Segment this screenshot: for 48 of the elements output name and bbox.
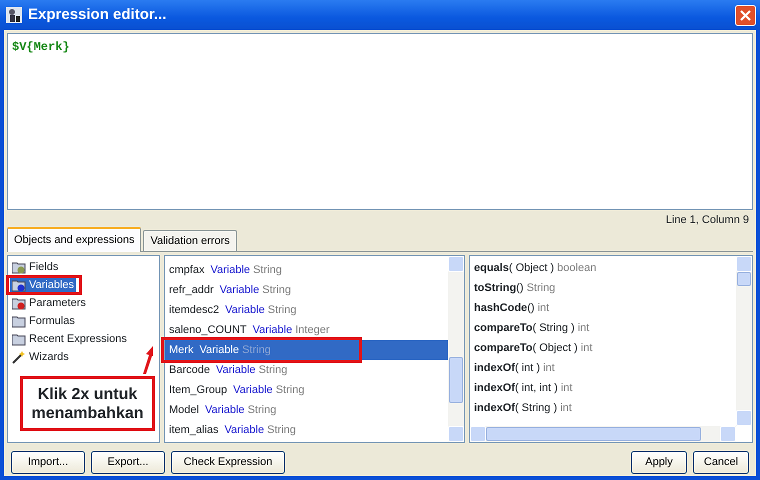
cursor-position: Line 1, Column 9 bbox=[666, 212, 749, 228]
list-item[interactable]: toString() String bbox=[470, 278, 736, 298]
tree-item[interactable]: Fields bbox=[10, 260, 60, 274]
close-icon bbox=[740, 10, 751, 20]
expression-editor[interactable]: $V{Merk} bbox=[7, 33, 753, 210]
folder-icon bbox=[12, 278, 26, 292]
list-item[interactable]: indexOf( String ) int bbox=[470, 398, 736, 418]
dialog-button[interactable]: Import... bbox=[11, 451, 85, 474]
list-item[interactable]: refr_addr Variable String bbox=[165, 280, 448, 300]
list-item[interactable]: Barcode Variable String bbox=[165, 360, 448, 380]
list-item[interactable]: equals( Object ) boolean bbox=[470, 258, 736, 278]
list-item[interactable]: Item_Group Variable String bbox=[165, 380, 448, 400]
app-icon bbox=[6, 7, 22, 23]
tree-item[interactable]: Wizards bbox=[10, 350, 71, 364]
list-item[interactable]: compareTo( Object ) int bbox=[470, 338, 736, 358]
scroll-bar[interactable] bbox=[736, 256, 752, 426]
folder-icon bbox=[12, 314, 26, 328]
list-item[interactable]: itemdesc2 Variable String bbox=[165, 300, 448, 320]
list-item[interactable]: Merk Variable String bbox=[165, 340, 448, 360]
tree-item[interactable]: Recent Expressions bbox=[10, 332, 129, 346]
list-item[interactable]: compareTo( String ) int bbox=[470, 318, 736, 338]
list-item[interactable]: hashCode() int bbox=[470, 298, 736, 318]
tree-item[interactable]: Formulas bbox=[10, 314, 77, 328]
folder-icon bbox=[12, 260, 26, 274]
scroll-bar[interactable] bbox=[448, 256, 464, 442]
wand-icon bbox=[12, 350, 26, 364]
dialog-button[interactable]: Export... bbox=[91, 451, 165, 474]
dialog-button[interactable]: Apply bbox=[631, 451, 687, 474]
callout-text: Klik 2x untuk menambahkan bbox=[20, 376, 155, 431]
list-item[interactable]: saleno_COUNT Variable Integer bbox=[165, 320, 448, 340]
list-item[interactable]: indexOf( int ) int bbox=[470, 358, 736, 378]
tree-item[interactable]: Parameters bbox=[10, 296, 88, 310]
folder-icon bbox=[12, 296, 26, 310]
tree-item[interactable]: Variables bbox=[10, 278, 76, 292]
dialog-button[interactable]: Check Expression bbox=[171, 451, 285, 474]
expression-text: $V{Merk} bbox=[12, 40, 70, 54]
list-item[interactable]: indexOf( int, int ) int bbox=[470, 378, 736, 398]
arrow-icon bbox=[143, 346, 153, 374]
window-title: Expression editor... bbox=[28, 4, 166, 25]
tab[interactable]: Objects and expressions bbox=[7, 226, 142, 252]
list-item[interactable]: item_alias Variable String bbox=[165, 420, 448, 440]
close-button[interactable] bbox=[735, 4, 756, 26]
list-item[interactable]: Model Variable String bbox=[165, 400, 448, 420]
list-item[interactable]: cmpfax Variable String bbox=[165, 260, 448, 280]
dialog-button[interactable]: Cancel bbox=[693, 451, 749, 474]
tab[interactable]: Validation errors bbox=[143, 230, 237, 251]
folder-icon bbox=[12, 332, 26, 346]
horizontal-scroll-bar[interactable] bbox=[470, 426, 736, 442]
